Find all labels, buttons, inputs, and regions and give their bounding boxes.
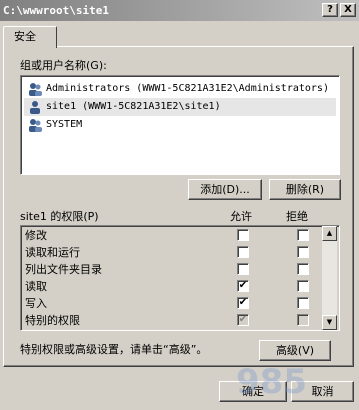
allow-checkbox[interactable] <box>237 263 249 275</box>
perm-name: 特别的权限 <box>25 314 80 327</box>
cancel-button[interactable]: 取消 <box>291 381 354 402</box>
user-icon <box>30 101 40 114</box>
close-button[interactable]: X <box>340 3 356 17</box>
allow-checkbox[interactable]: ✔ <box>237 297 249 309</box>
ok-button[interactable]: 确定 <box>219 381 287 402</box>
perm-name: 修改 <box>25 229 47 242</box>
advanced-button[interactable]: 高级(V) <box>259 340 331 361</box>
window-title: C:\wwwroot\site1 <box>3 4 109 17</box>
remove-button[interactable]: 删除(R) <box>269 179 341 200</box>
users-label: 组或用户名称(G): <box>20 59 107 72</box>
user-row-site1[interactable]: site1 (WWW1-5C821A31E2\site1) <box>24 98 336 116</box>
deny-checkbox[interactable] <box>297 246 309 258</box>
deny-checkbox[interactable] <box>297 229 309 241</box>
deny-checkbox[interactable] <box>297 297 309 309</box>
user-name: SYSTEM <box>46 119 83 130</box>
add-button[interactable]: 添加(D)... <box>188 179 262 200</box>
deny-checkbox[interactable] <box>297 263 309 275</box>
tab-security-label: 安全 <box>14 30 36 43</box>
users-list[interactable]: Administrators (WWW1-5C821A31E2\Administ… <box>20 75 340 175</box>
user-name: site1 (WWW1-5C821A31E2\site1) <box>46 101 221 112</box>
tab-security[interactable]: 安全 <box>3 26 57 48</box>
window-titlebar: C:\wwwroot\site1 <box>0 0 359 21</box>
deny-checkbox <box>297 314 309 326</box>
perm-name: 写入 <box>25 297 47 310</box>
allow-checkbox[interactable] <box>237 246 249 258</box>
allow-header: 允许 <box>230 210 252 223</box>
user-row-administrators[interactable]: Administrators (WWW1-5C821A31E2\Administ… <box>24 80 336 98</box>
permissions-label: site1 的权限(P) <box>20 210 99 223</box>
allow-checkbox: ✔ <box>237 314 249 326</box>
help-button[interactable]: ? <box>322 3 338 17</box>
security-tab-panel: 组或用户名称(G): Administrators (WWW1-5C821A31… <box>3 46 354 367</box>
allow-checkbox[interactable]: ✔ <box>237 280 249 292</box>
user-name: Administrators (WWW1-5C821A31E2\Administ… <box>46 83 329 94</box>
deny-header: 拒绝 <box>286 210 308 223</box>
user-group-icon <box>29 119 42 132</box>
perm-name: 列出文件夹目录 <box>25 263 102 276</box>
user-row-system[interactable]: SYSTEM <box>24 116 336 134</box>
allow-checkbox[interactable] <box>237 229 249 241</box>
permissions-scrollbar[interactable]: ▲ ▼ <box>322 226 337 330</box>
perm-name: 读取和运行 <box>25 246 80 259</box>
scroll-down-icon[interactable]: ▼ <box>322 315 337 330</box>
perm-row-special: 特别的权限 ✔ <box>25 311 333 330</box>
scroll-up-icon[interactable]: ▲ <box>322 226 337 241</box>
deny-checkbox[interactable] <box>297 280 309 292</box>
user-group-icon <box>29 83 42 96</box>
advanced-note: 特别权限或高级设置，请单击“高级”。 <box>20 343 208 356</box>
perm-name: 读取 <box>25 280 47 293</box>
permissions-list: 修改 读取和运行 列出文件夹目录 读取 ✔ 写入 ✔ 特别的权限 ✔ ▲ ▼ <box>20 225 340 331</box>
